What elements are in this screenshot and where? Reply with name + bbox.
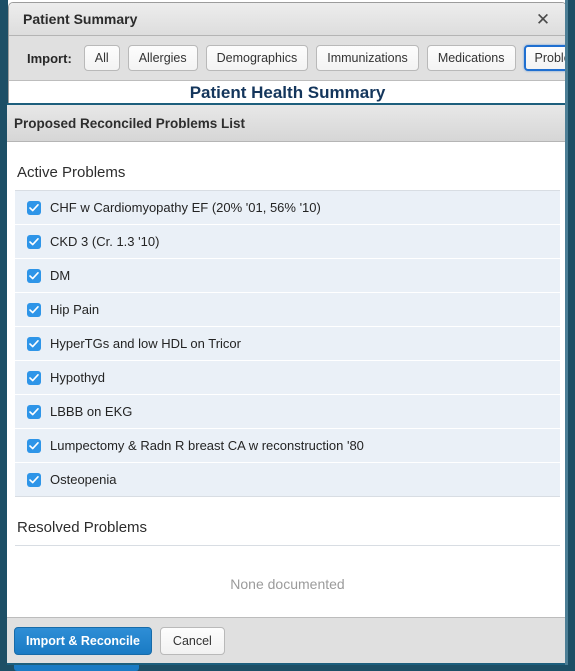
problem-label: Lumpectomy & Radn R breast CA w reconstr… [50,438,364,453]
problem-checkbox[interactable] [27,337,41,351]
problem-label: Osteopenia [50,472,117,487]
problem-row[interactable]: CHF w Cardiomyopathy EF (20% '01, 56% '1… [15,191,560,225]
reconcile-panel: Proposed Reconciled Problems List Active… [0,103,575,665]
problem-label: CKD 3 (Cr. 1.3 '10) [50,234,159,249]
problem-label: CHF w Cardiomyopathy EF (20% '01, 56% '1… [50,200,321,215]
problem-row[interactable]: Hypothyd [15,361,560,395]
active-problems-list: CHF w Cardiomyopathy EF (20% '01, 56% '1… [15,190,560,497]
import-button-immunizations[interactable]: Immunizations [316,45,419,71]
import-button-all[interactable]: All [84,45,120,71]
window-title: Patient Summary [23,11,532,27]
problem-checkbox[interactable] [27,201,41,215]
problem-row[interactable]: Osteopenia [15,463,560,497]
window-titlebar: Patient Summary ✕ [9,3,566,36]
import-toolbar: Import: All Allergies Demographics Immun… [9,36,566,81]
import-button-problems[interactable]: Problems [524,45,575,71]
problem-checkbox[interactable] [27,439,41,453]
problem-row[interactable]: CKD 3 (Cr. 1.3 '10) [15,225,560,259]
import-button-demographics[interactable]: Demographics [206,45,309,71]
problem-row[interactable]: HyperTGs and low HDL on Tricor [15,327,560,361]
problem-checkbox[interactable] [27,473,41,487]
problem-label: Hip Pain [50,302,99,317]
reconcile-panel-title: Proposed Reconciled Problems List [14,116,245,131]
problem-row[interactable]: Hip Pain [15,293,560,327]
import-button-medications[interactable]: Medications [427,45,516,71]
problem-label: HyperTGs and low HDL on Tricor [50,336,241,351]
active-problems-heading: Active Problems [15,142,560,190]
reconcile-panel-footer: Import & Reconcile Cancel [0,617,575,663]
resolved-problems-heading: Resolved Problems [15,507,560,545]
problem-checkbox[interactable] [27,371,41,385]
import-label: Import: [27,51,72,66]
problem-row[interactable]: LBBB on EKG [15,395,560,429]
problem-checkbox[interactable] [27,235,41,249]
problem-row[interactable]: DM [15,259,560,293]
import-button-allergies[interactable]: Allergies [128,45,198,71]
page-title: Patient Health Summary [9,83,566,103]
reconcile-panel-header: Proposed Reconciled Problems List [0,105,575,142]
reconcile-panel-content: Active Problems CHF w Cardiomyopathy EF … [0,142,575,617]
close-icon[interactable]: ✕ [532,8,554,30]
import-and-reconcile-button[interactable]: Import & Reconcile [14,627,152,655]
problem-checkbox[interactable] [27,269,41,283]
problem-label: Hypothyd [50,370,105,385]
problem-label: DM [50,268,70,283]
cancel-button[interactable]: Cancel [160,627,225,655]
problem-checkbox[interactable] [27,303,41,317]
resolved-problems-section: Resolved Problems None documented [15,497,560,592]
resolved-problems-empty-text: None documented [15,546,560,592]
problem-row[interactable]: Lumpectomy & Radn R breast CA w reconstr… [15,429,560,463]
problem-checkbox[interactable] [27,405,41,419]
problem-label: LBBB on EKG [50,404,132,419]
